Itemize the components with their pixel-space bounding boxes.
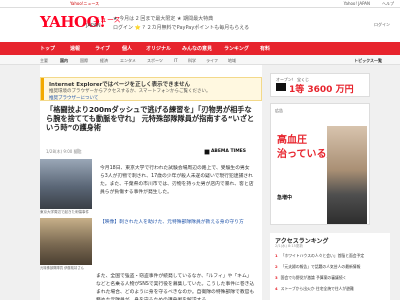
article-paragraph-2: また、全国で強盗・窃盗事件が続発しているなか、「ルフィ」や「キム」などと名乗る人… [96,274,255,300]
help-link[interactable]: ヘルプ [382,1,394,7]
lottery-ad[interactable]: オープン！ 宝くじ 1等 3600 万円 [270,73,370,97]
nav-item-opinions[interactable]: みんなの意見 [182,45,212,52]
logo-japan: JAPAN [86,23,101,29]
browser-notice: Internet Explorerではページを正しく表示できません 推奨環境のブ… [40,77,262,101]
abema-logo-icon [204,149,210,155]
access-ranking: アクセスランキング 2/1(水) 8:15更新 1 「ホワイトハウスの人々と会い」… [270,233,390,300]
notice-body: 推奨環境のブラウザーからアクセスするか、スマートフォンからご覧ください。 [49,89,211,94]
ranking-row[interactable]: 1 「ホワイトハウスの人々と会い」首脳と面会予定 [275,253,385,258]
subnav-item-science[interactable]: 科学 [188,58,196,64]
source-label[interactable]: ABEMA TIMES [211,149,246,154]
subnav-item-domestic[interactable]: 国内 [60,58,68,64]
category-subnav: 主要 国内 国際 経済 エンタメ スポーツ IT 科学 ライフ 地域 トピックス… [0,55,400,65]
nav-item-personal[interactable]: 個人 [122,45,132,52]
subnav-item-main[interactable]: 主要 [40,58,48,64]
subnav-item-international[interactable]: 国際 [80,58,88,64]
article-photo-2[interactable] [40,218,92,265]
notice-accent-bar [41,78,44,100]
nav-item-breaking[interactable]: 速報 [70,45,80,52]
subnav-item-it[interactable]: IT [174,58,178,63]
site-header: YAHOO! ニュース JAPAN ★ 今月は 2 回まで最大限定 ★ 期間最大… [0,8,400,42]
article-main: Internet Explorerではページを正しく表示できません 推奨環境のブ… [40,65,262,300]
subnav-item-entertainment[interactable]: エンタメ [120,58,136,64]
article-headline: 「格闘技より200mダッシュで逃げる練習を」「刃物男が相手なら腕を捨てても動脈を… [46,105,255,133]
nav-item-live[interactable]: ライブ [95,45,110,52]
main-nav: トップ 速報 ライブ 個人 オリジナル みんなの意見 ランキング 有料 [0,42,400,55]
health-ad[interactable]: 広告 高血圧 治っている方も 急増中 [270,103,370,225]
lottery-icon [276,83,286,91]
subnav-item-economy[interactable]: 経済 [100,58,108,64]
yahoo-japan-link[interactable]: Yahoo! JAPAN [344,1,370,6]
article-photo-1[interactable] [40,159,92,209]
ranking-row[interactable]: 4 ストーブから出火か 住宅全焼で住人が避難 [275,286,385,291]
notice-title: Internet Explorerではページを正しく表示できません [49,82,191,88]
nav-item-original[interactable]: オリジナル [146,45,171,52]
lottery-ad-value: 1等 3600 万円 [289,85,354,95]
related-link[interactable]: 【映像】刺された人を助けた、元特殊部隊隊員が教える身の守り方 [100,219,254,227]
photo-1-caption: 東京大学周辺で起きた刺傷事件 [40,210,89,214]
health-ad-line-1: 高血圧 [277,135,307,146]
topics-list-link[interactable]: トピックス一覧 [354,58,382,64]
app-label[interactable]: Yahoo!ニュース [70,1,99,7]
health-ad-footer: 急増中 [277,195,293,201]
share-icon[interactable] [75,148,81,154]
subnav-item-life[interactable]: ライフ [206,58,218,64]
top-utility-bar: Yahoo!ニュース Yahoo! JAPAN ヘルプ [0,0,400,8]
promo-line-2[interactable]: ログイン ⭐ ? ２カ月無料でPayPayポイントも毎月もらえる [113,24,249,31]
nav-item-paid[interactable]: 有料 [260,45,270,52]
ranking-row[interactable]: 3 国会で与野党が激論 予算案の審議続く [275,275,385,280]
header-login-link[interactable]: ログイン [374,22,390,28]
ad-portrait-image [327,126,367,224]
right-column: オープン！ 宝くじ 1等 3600 万円 広告 高血圧 治っている方も 急増中 … [270,65,392,300]
notice-link[interactable]: 推奨ブラウザーについて [49,95,98,101]
photo-2-caption: 元特殊部隊隊員 伊藤祐靖さん [40,266,84,270]
ranking-updated: 2/1(水) 8:15更新 [275,244,303,248]
ad-label: 広告 [275,108,283,113]
subnav-item-sports[interactable]: スポーツ [147,58,163,64]
nav-item-top[interactable]: トップ [40,45,55,52]
promo-line-1[interactable]: ★ 今月は 2 回まで最大限定 ★ 期間最大特典 [113,15,213,22]
nav-item-ranking[interactable]: ランキング [224,45,249,52]
article-paragraph-1: 今月18日、東京大学で行われた試験会場周辺の路上で、受験生の男女ら3人が刃物で刺… [100,166,254,195]
subnav-item-region[interactable]: 地域 [228,58,236,64]
ranking-row[interactable]: 2 「元夫婦の報告」で話題の人気芸人の最新情報 [275,264,385,269]
